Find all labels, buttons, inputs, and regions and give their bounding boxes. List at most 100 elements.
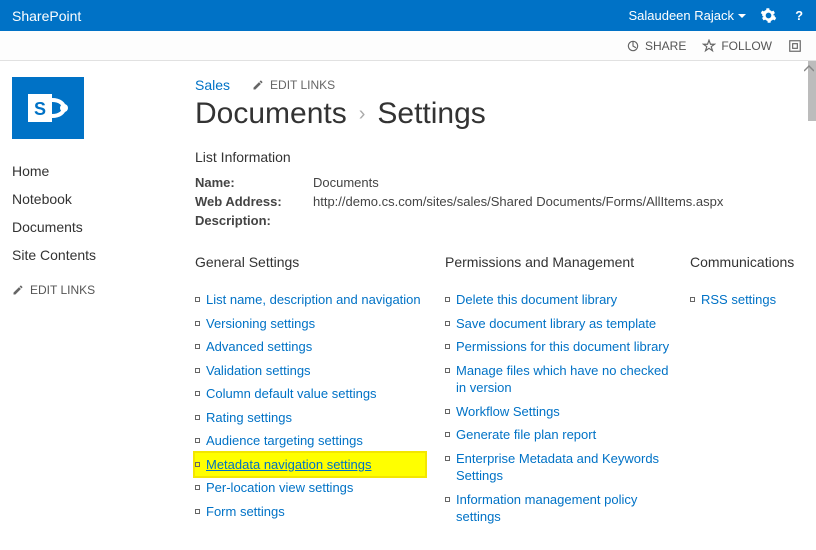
list-info-heading: List Information: [195, 149, 798, 165]
product-name: SharePoint: [12, 8, 81, 24]
settings-link[interactable]: Enterprise Metadata and Keywords Setting…: [456, 450, 670, 485]
settings-link[interactable]: Permissions for this document library: [456, 338, 669, 356]
bullet-icon: [445, 368, 450, 373]
settings-link-item: RSS settings: [690, 288, 798, 312]
follow-label: FOLLOW: [721, 39, 772, 53]
col-communications: Communications RSS settings: [690, 254, 798, 529]
gear-icon[interactable]: [760, 7, 777, 24]
svg-text:?: ?: [795, 8, 803, 23]
settings-link[interactable]: Validation settings: [206, 362, 311, 380]
help-icon[interactable]: ?: [791, 7, 808, 24]
settings-link[interactable]: Advanced settings: [206, 338, 312, 356]
settings-link-item: Form settings: [195, 500, 425, 524]
nav-home[interactable]: Home: [12, 157, 185, 185]
settings-link-item: List name, description and navigation: [195, 288, 425, 312]
bullet-icon: [690, 297, 695, 302]
bullet-icon: [445, 497, 450, 502]
title-page: Settings: [377, 97, 485, 131]
info-web-label: Web Address:: [195, 194, 313, 209]
settings-link[interactable]: Delete this document library: [456, 291, 617, 309]
left-nav: Home Notebook Documents Site Contents: [12, 157, 185, 269]
ribbon: SHARE FOLLOW: [0, 31, 816, 61]
settings-link[interactable]: Rating settings: [206, 409, 292, 427]
bullet-icon: [195, 462, 200, 467]
settings-link-item: Workflow Settings: [445, 400, 670, 424]
settings-link-item: Save document library as template: [445, 312, 670, 336]
communications-links: RSS settings: [690, 288, 798, 312]
settings-link[interactable]: Save document library as template: [456, 315, 656, 333]
settings-link[interactable]: Manage files which have no checked in ve…: [456, 362, 670, 397]
nav-notebook[interactable]: Notebook: [12, 185, 185, 213]
col-permissions-heading: Permissions and Management: [445, 254, 670, 270]
settings-link[interactable]: Metadata navigation settings: [206, 456, 372, 474]
settings-link-item: Column default value settings: [195, 382, 425, 406]
suite-bar: SharePoint Salaudeen Rajack ?: [0, 0, 816, 31]
share-button[interactable]: SHARE: [626, 39, 686, 53]
col-communications-heading: Communications: [690, 254, 798, 270]
settings-link-item: Delete this document library: [445, 288, 670, 312]
bullet-icon: [195, 438, 200, 443]
settings-link-item: Metadata navigation settings: [195, 453, 425, 477]
bullet-icon: [445, 297, 450, 302]
page-title: Documents › Settings: [195, 97, 798, 131]
sharepoint-logo-icon: S: [26, 88, 70, 128]
edit-links-left[interactable]: EDIT LINKS: [12, 283, 185, 297]
caret-down-icon: [738, 12, 746, 20]
list-info: Name: Documents Web Address: http://demo…: [195, 173, 798, 230]
settings-link[interactable]: RSS settings: [701, 291, 776, 309]
bullet-icon: [195, 321, 200, 326]
nav-site-contents[interactable]: Site Contents: [12, 241, 185, 269]
focus-button[interactable]: [788, 39, 802, 53]
site-logo[interactable]: S: [12, 77, 84, 139]
settings-link[interactable]: Form settings: [206, 503, 285, 521]
permissions-links: Delete this document library Save documen…: [445, 288, 670, 529]
bullet-icon: [445, 456, 450, 461]
settings-link-item: Versioning settings: [195, 312, 425, 336]
pencil-icon: [12, 284, 24, 296]
col-general: General Settings List name, description …: [195, 254, 425, 529]
follow-button[interactable]: FOLLOW: [702, 39, 772, 53]
settings-link[interactable]: Information management policy settings: [456, 491, 670, 526]
bullet-icon: [445, 321, 450, 326]
bullet-icon: [445, 432, 450, 437]
settings-link[interactable]: List name, description and navigation: [206, 291, 421, 309]
bullet-icon: [195, 485, 200, 490]
breadcrumb-row: Sales EDIT LINKS: [195, 77, 798, 93]
user-menu[interactable]: Salaudeen Rajack: [628, 8, 746, 23]
bullet-icon: [195, 415, 200, 420]
user-name: Salaudeen Rajack: [628, 8, 734, 23]
settings-link[interactable]: Generate file plan report: [456, 426, 596, 444]
nav-documents[interactable]: Documents: [12, 213, 185, 241]
left-column: S Home Notebook Documents Site Contents …: [0, 61, 195, 550]
settings-link[interactable]: Workflow Settings: [456, 403, 560, 421]
info-desc-value: [313, 213, 798, 228]
settings-link-item: Advanced settings: [195, 335, 425, 359]
edit-links-left-label: EDIT LINKS: [30, 283, 95, 297]
svg-text:S: S: [34, 99, 46, 119]
info-web-value: http://demo.cs.com/sites/sales/Shared Do…: [313, 194, 798, 209]
settings-link-item: Information management policy settings: [445, 488, 670, 529]
info-name-value: Documents: [313, 175, 798, 190]
settings-link-item: Enterprise Metadata and Keywords Setting…: [445, 447, 670, 488]
star-icon: [702, 39, 716, 53]
col-permissions: Permissions and Management Delete this d…: [445, 254, 670, 529]
share-icon: [626, 39, 640, 53]
settings-link[interactable]: Versioning settings: [206, 315, 315, 333]
scroll-up-arrow-icon[interactable]: [804, 64, 814, 74]
share-label: SHARE: [645, 39, 686, 53]
info-desc-label: Description:: [195, 213, 313, 228]
settings-link[interactable]: Column default value settings: [206, 385, 377, 403]
settings-link[interactable]: Audience targeting settings: [206, 432, 363, 450]
settings-link[interactable]: Per-location view settings: [206, 479, 353, 497]
info-name-label: Name:: [195, 175, 313, 190]
edit-links-top[interactable]: EDIT LINKS: [252, 78, 335, 92]
title-library: Documents: [195, 97, 347, 131]
focus-icon: [788, 39, 802, 53]
settings-link-item: Per-location view settings: [195, 476, 425, 500]
bullet-icon: [445, 344, 450, 349]
breadcrumb-site[interactable]: Sales: [195, 77, 230, 93]
bullet-icon: [195, 391, 200, 396]
edit-links-top-label: EDIT LINKS: [270, 78, 335, 92]
settings-columns: General Settings List name, description …: [195, 254, 798, 529]
col-general-heading: General Settings: [195, 254, 425, 270]
